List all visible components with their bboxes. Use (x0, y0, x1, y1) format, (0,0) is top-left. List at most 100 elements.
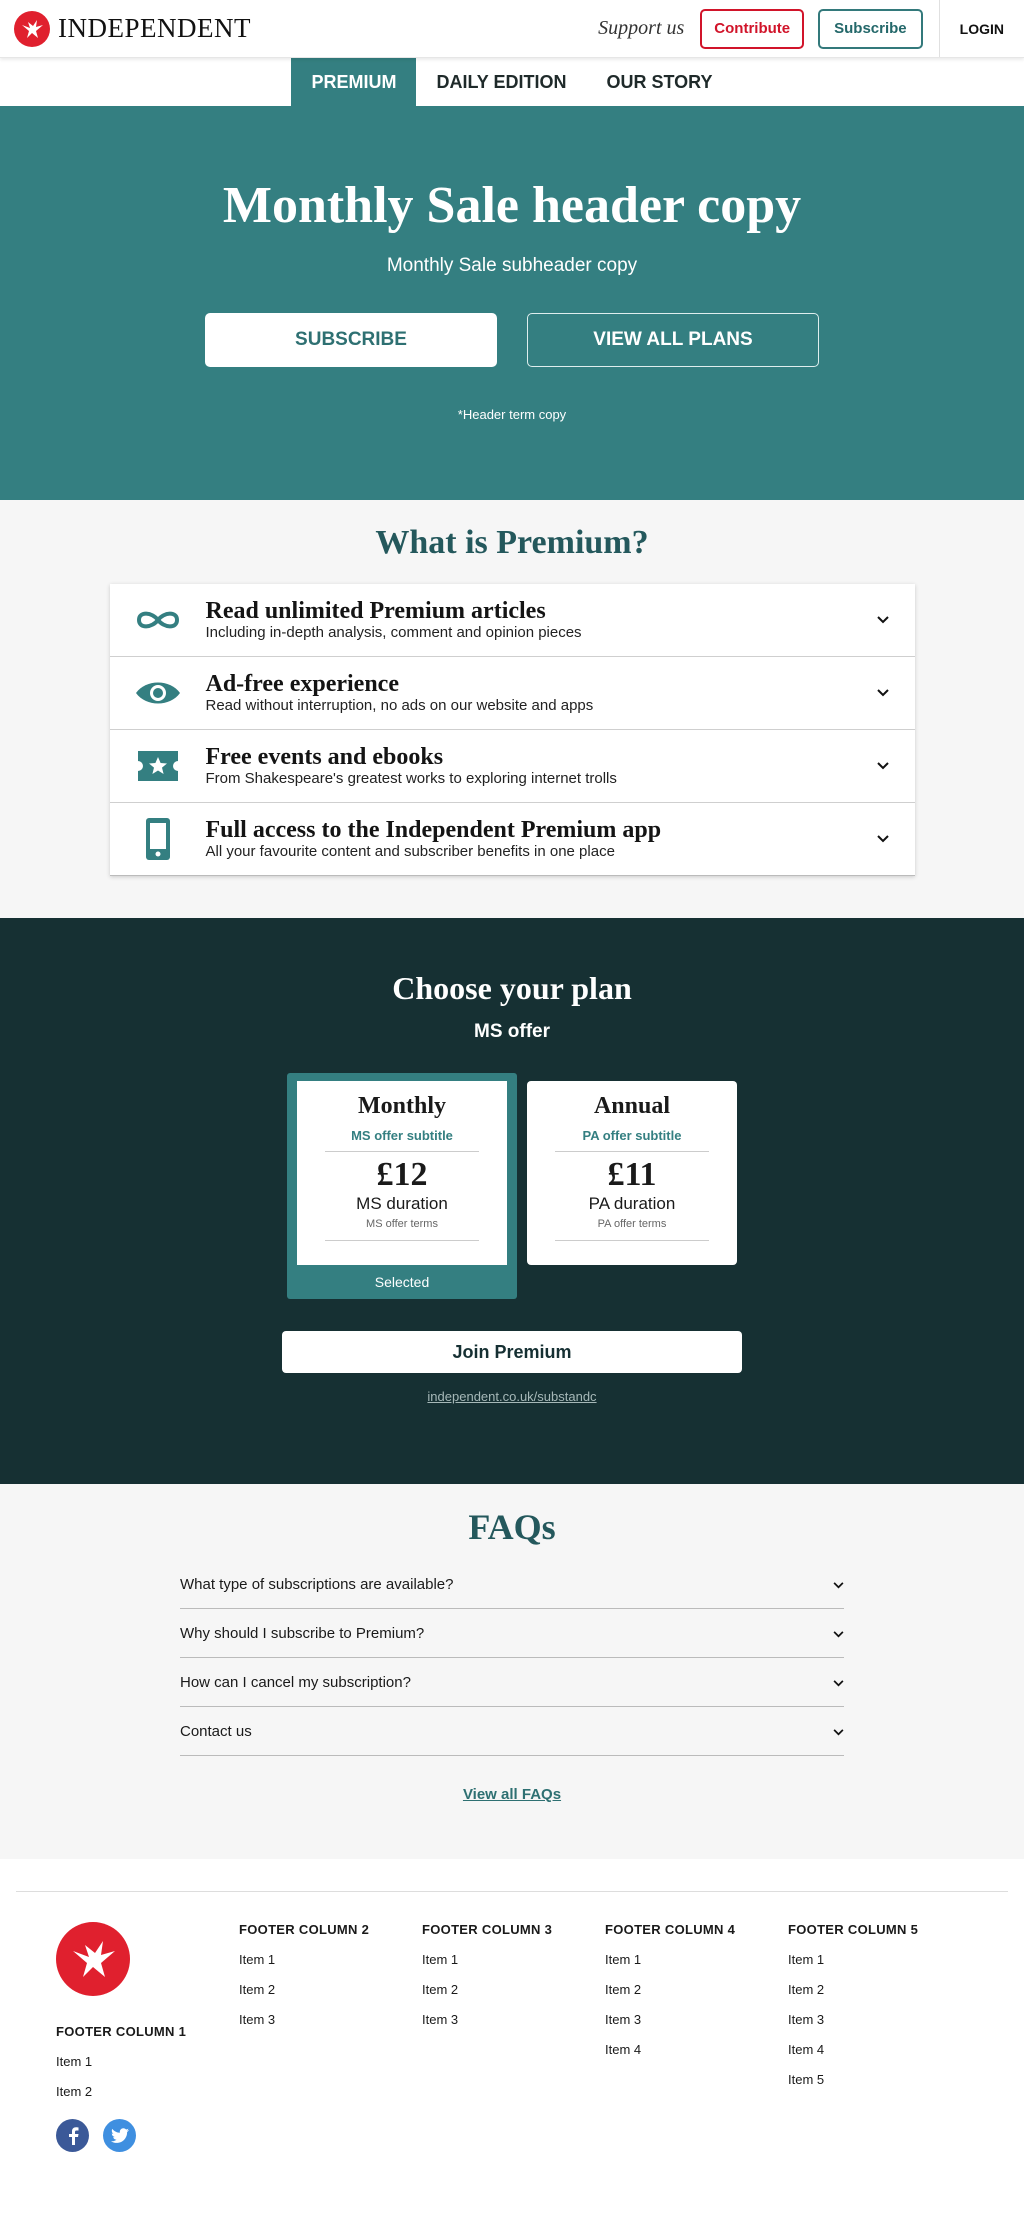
faq-question: Why should I subscribe to Premium? (180, 1624, 425, 1642)
faq-question: Contact us (180, 1722, 252, 1740)
footer-link[interactable]: Item 2 (788, 1982, 971, 1997)
join-premium-button[interactable]: Join Premium (282, 1331, 742, 1373)
chevron-down-icon (869, 757, 897, 775)
plan-terms: PA offer terms (555, 1218, 709, 1241)
faq-title: FAQs (468, 1507, 556, 1547)
twitter-icon[interactable] (103, 2119, 136, 2152)
footer-link[interactable]: Item 4 (605, 2042, 788, 2057)
section-tabs: PREMIUM DAILY EDITION OUR STORY (0, 58, 1024, 106)
faq-item[interactable]: How can I cancel my subscription? (180, 1658, 844, 1707)
plan-card-monthly[interactable]: Monthly MS offer subtitle £12 MS duratio… (287, 1073, 517, 1299)
chevron-down-icon (869, 611, 897, 629)
faq-question: What type of subscriptions are available… (180, 1575, 454, 1593)
hero-title: Monthly Sale header copy (222, 177, 802, 234)
footer-link[interactable]: Item 1 (605, 1952, 788, 1967)
plan-price: £12 (376, 1156, 428, 1193)
footer-column-title: FOOTER COLUMN 2 (239, 1922, 370, 1937)
hero-section: Monthly Sale header copy Monthly Sale su… (0, 106, 1024, 500)
footer-column-5: FOOTER COLUMN 5 Item 1 Item 2 Item 3 Ite… (788, 1922, 971, 2152)
plan-duration: MS duration (356, 1194, 448, 1213)
tab-daily-edition[interactable]: DAILY EDITION (416, 58, 586, 106)
footer-column-2: FOOTER COLUMN 2 Item 1 Item 2 Item 3 (239, 1922, 422, 2152)
plan-name: Monthly (357, 1093, 446, 1119)
footer-column-title: FOOTER COLUMN 3 (422, 1922, 553, 1937)
faq-question: How can I cancel my subscription? (180, 1673, 411, 1691)
tab-our-story[interactable]: OUR STORY (587, 58, 733, 106)
footer-link[interactable]: Item 1 (788, 1952, 971, 1967)
plans-title: Choose your plan (392, 970, 632, 1006)
chevron-down-icon (869, 684, 897, 702)
footer-link[interactable]: Item 1 (56, 2054, 239, 2069)
footer-link[interactable]: Item 5 (788, 2072, 971, 2087)
plan-subtitle: PA offer subtitle (555, 1128, 709, 1152)
hero-subtitle: Monthly Sale subheader copy (386, 255, 638, 276)
selected-badge: Selected (374, 1274, 430, 1290)
tab-premium[interactable]: PREMIUM (291, 58, 417, 106)
footer-column-3: FOOTER COLUMN 3 Item 1 Item 2 Item 3 (422, 1922, 605, 2152)
premium-title: What is Premium? (375, 524, 649, 561)
feature-desc: Including in-depth analysis, comment and… (205, 624, 582, 641)
footer-column-title: FOOTER COLUMN 4 (605, 1922, 736, 1937)
chevron-down-icon (833, 1625, 844, 1642)
support-us-text: Support us (598, 17, 685, 39)
plans-offer: MS offer (474, 1021, 550, 1042)
subscribe-header-button[interactable]: Subscribe (818, 8, 923, 49)
feature-item-ad-free[interactable]: Ad-free experience Read without interrup… (109, 657, 915, 730)
feature-item-app[interactable]: Full access to the Independent Premium a… (109, 803, 915, 876)
feature-desc: Read without interruption, no ads on our… (205, 697, 594, 714)
contribute-button[interactable]: Contribute (700, 8, 805, 49)
site-header: INDEPENDENT Support us Contribute Subscr… (0, 0, 1024, 58)
footer-link[interactable]: Item 4 (788, 2042, 971, 2057)
footer-link[interactable]: Item 3 (788, 2012, 971, 2027)
footer-link[interactable]: Item 3 (605, 2012, 788, 2027)
feature-item-unlimited[interactable]: Read unlimited Premium articles Includin… (109, 584, 915, 657)
footer-column-title: FOOTER COLUMN 5 (788, 1922, 919, 1937)
faq-list: What type of subscriptions are available… (180, 1560, 844, 1756)
eye-icon (110, 678, 206, 708)
feature-title: Read unlimited Premium articles (205, 598, 546, 624)
footer-link[interactable]: Item 2 (56, 2084, 239, 2099)
footer-link[interactable]: Item 2 (239, 1982, 422, 1997)
feature-title: Ad-free experience (205, 671, 399, 697)
faq-item[interactable]: Why should I subscribe to Premium? (180, 1609, 844, 1658)
premium-section: What is Premium? Read unlimited Premium … (0, 500, 1024, 918)
features-list: Read unlimited Premium articles Includin… (109, 584, 915, 876)
footer-link[interactable]: Item 1 (422, 1952, 605, 1967)
view-all-faqs-link[interactable]: View all FAQs (0, 1786, 1024, 1803)
chevron-down-icon (869, 830, 897, 848)
view-all-plans-button[interactable]: VIEW ALL PLANS (527, 313, 819, 367)
footer-link[interactable]: Item 2 (422, 1982, 605, 1997)
faq-item[interactable]: What type of subscriptions are available… (180, 1560, 844, 1609)
infinity-icon (110, 608, 206, 632)
footer-link[interactable]: Item 3 (422, 2012, 605, 2027)
hero-subscribe-button[interactable]: SUBSCRIBE (205, 313, 497, 367)
feature-title: Free events and ebooks (205, 744, 444, 770)
chevron-down-icon (833, 1723, 844, 1740)
feature-title: Full access to the Independent Premium a… (205, 817, 662, 843)
facebook-icon[interactable] (56, 2119, 89, 2152)
footer-link[interactable]: Item 2 (605, 1982, 788, 1997)
logo[interactable]: INDEPENDENT (14, 10, 251, 47)
chevron-down-icon (833, 1576, 844, 1593)
login-link[interactable]: LOGIN (938, 0, 1024, 57)
plans-section: Choose your plan MS offer Monthly MS off… (0, 918, 1024, 1484)
plan-duration: PA duration (588, 1194, 676, 1213)
plan-card-annual[interactable]: Annual PA offer subtitle £11 PA duration… (527, 1081, 737, 1265)
feature-desc: All your favourite content and subscribe… (205, 843, 615, 860)
faq-section: FAQs What type of subscriptions are avai… (0, 1484, 1024, 1859)
footer-column-1: FOOTER COLUMN 1 Item 1 Item 2 (56, 1922, 239, 2152)
footer-link[interactable]: Item 1 (239, 1952, 422, 1967)
plan-name: Annual (593, 1093, 671, 1119)
site-footer: FOOTER COLUMN 1 Item 1 Item 2 FOOTER COL… (0, 1859, 1024, 2232)
feature-desc: From Shakespeare's greatest works to exp… (205, 770, 617, 787)
terms-link[interactable]: independent.co.uk/substandc (0, 1389, 1024, 1404)
plan-subtitle: MS offer subtitle (325, 1128, 479, 1152)
faq-item[interactable]: Contact us (180, 1707, 844, 1756)
footer-column-title: FOOTER COLUMN 1 (56, 2024, 187, 2039)
footer-logo-icon[interactable] (56, 1922, 130, 1996)
footer-link[interactable]: Item 3 (239, 2012, 422, 2027)
footer-column-4: FOOTER COLUMN 4 Item 1 Item 2 Item 3 Ite… (605, 1922, 788, 2152)
phone-icon (110, 817, 206, 861)
footer-divider (16, 1891, 1008, 1892)
feature-item-events[interactable]: Free events and ebooks From Shakespeare'… (109, 730, 915, 803)
